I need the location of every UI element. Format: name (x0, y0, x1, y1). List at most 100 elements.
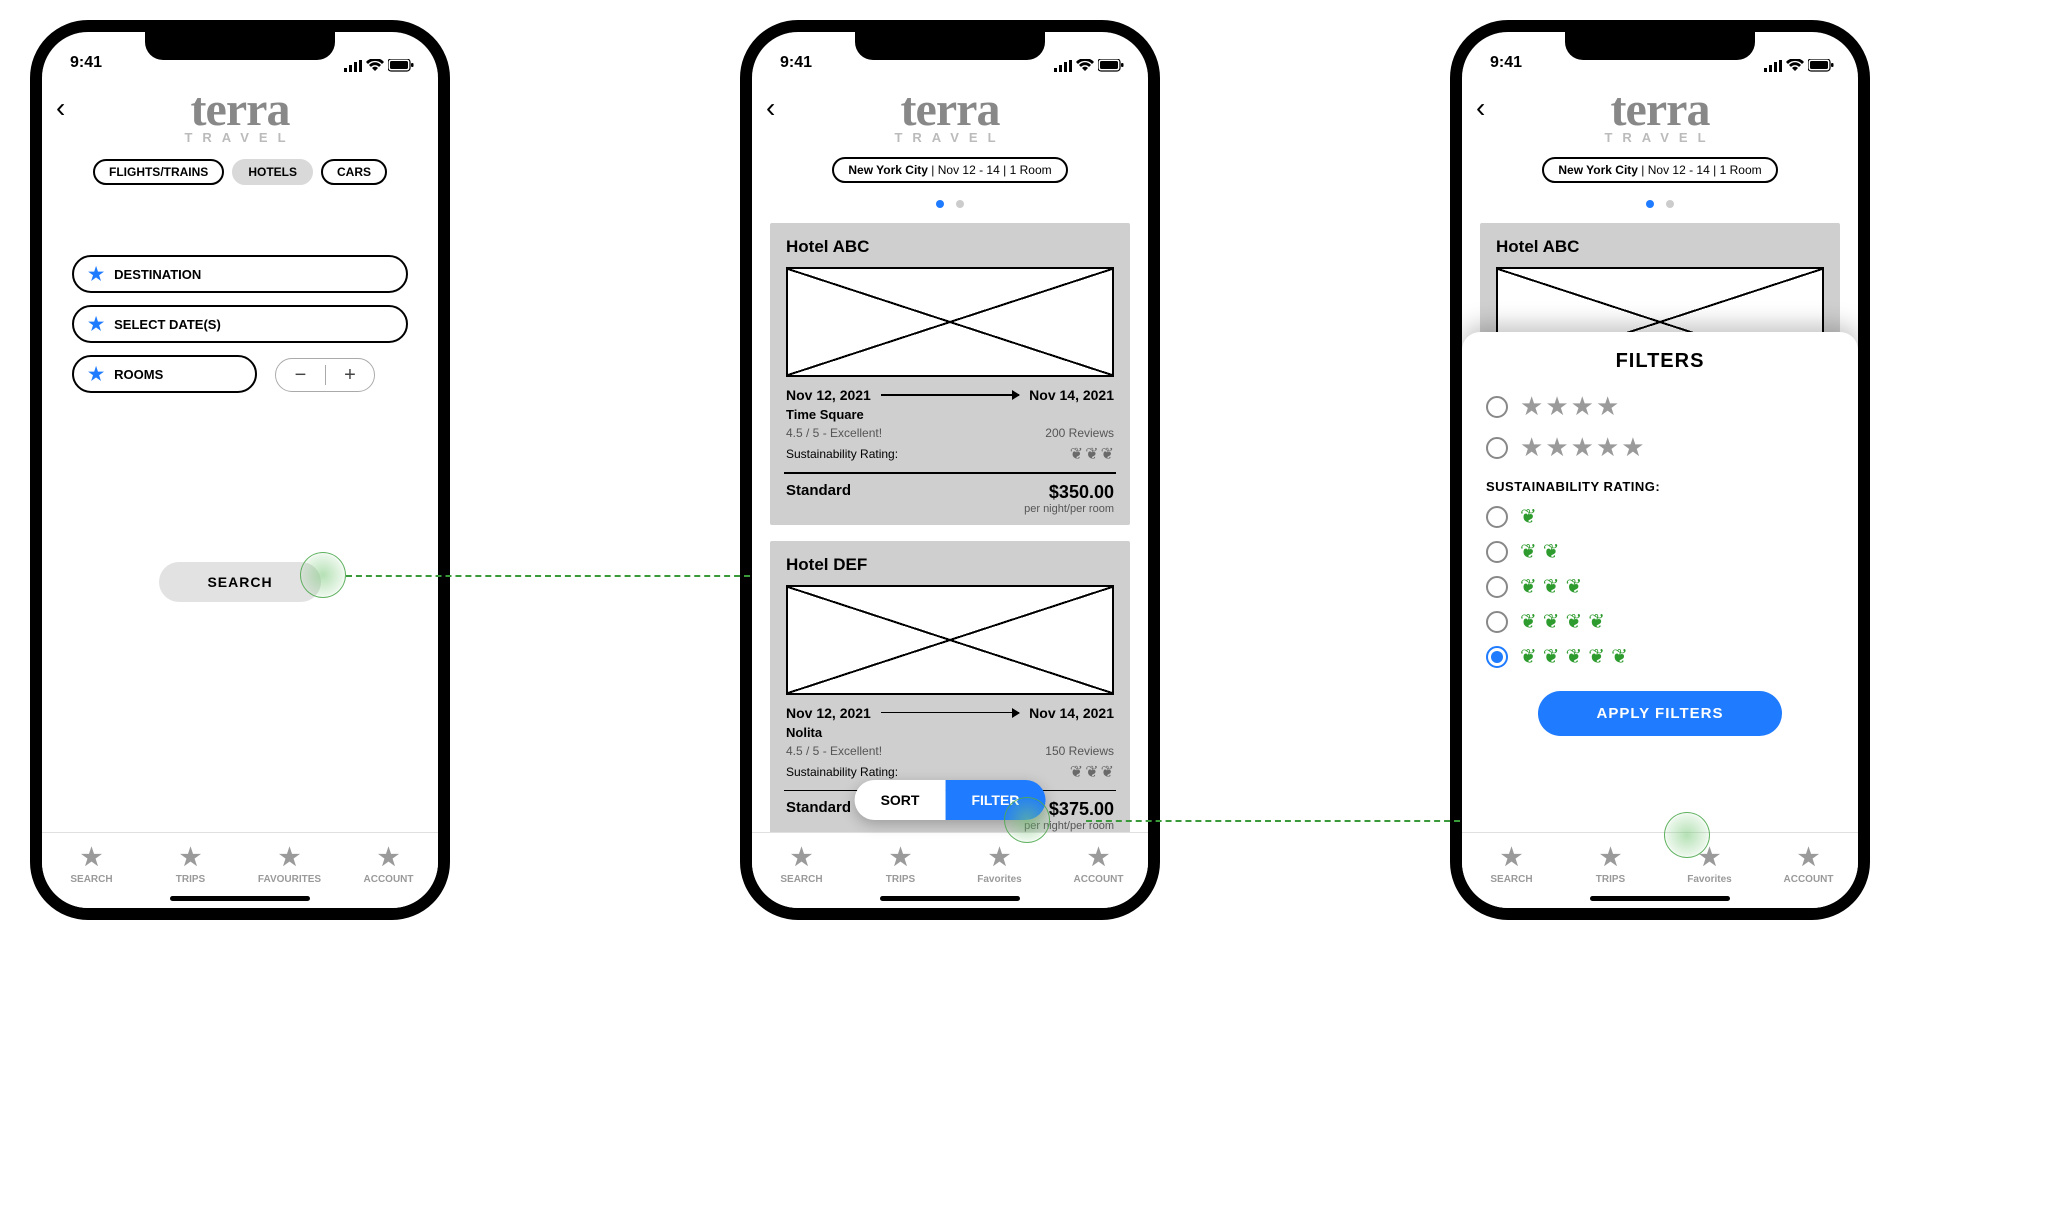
nav-search[interactable]: ★SEARCH (42, 833, 141, 908)
leaf-row: ❦ (1520, 504, 1543, 529)
radio-icon (1486, 437, 1508, 459)
radio-icon (1486, 576, 1508, 598)
leaf-icon: ❦ (1070, 446, 1083, 463)
leaf-icon: ❦ (1588, 611, 1605, 633)
star-icon: ★ (378, 846, 400, 870)
sustainability-filter-5[interactable]: ❦❦❦❦❦ (1486, 644, 1834, 669)
star-icon: ★ (88, 314, 104, 335)
tab-hotels[interactable]: HOTELS (232, 159, 313, 185)
star-icon: ★ (88, 264, 104, 285)
star-icon: ★ (791, 846, 813, 870)
leaf-icon: ❦ (1588, 646, 1605, 668)
result-name: Hotel ABC (786, 237, 1114, 257)
radio-icon (1486, 646, 1508, 668)
sustainability-filter-4[interactable]: ❦❦❦❦ (1486, 609, 1834, 634)
radio-icon (1486, 396, 1508, 418)
star-icon: ★ (81, 846, 103, 870)
date-range: Nov 12, 2021Nov 14, 2021 (786, 387, 1114, 403)
nav-account-label: ACCOUNT (1784, 874, 1834, 885)
tab-cars[interactable]: CARS (321, 159, 387, 185)
nav-account[interactable]: ★ACCOUNT (1759, 833, 1858, 908)
dates-input[interactable]: ★ SELECT DATE(S) (72, 305, 408, 343)
apply-filters-button[interactable]: APPLY FILTERS (1538, 691, 1782, 736)
filter-button[interactable]: FILTER (945, 780, 1045, 820)
nav-account[interactable]: ★ACCOUNT (339, 833, 438, 908)
leaf-row: ❦❦❦ (1520, 574, 1588, 599)
leaf-row: ❦❦❦❦ (1520, 609, 1611, 634)
leaf-icon: ❦ (1566, 611, 1583, 633)
leaf-row: ❦❦❦❦❦ (1520, 644, 1634, 669)
star-icon: ★ (1600, 846, 1622, 870)
filters-title: FILTERS (1486, 350, 1834, 373)
leaf-row: ❦❦❦ (1068, 762, 1114, 782)
leaf-row: ❦❦❦ (1068, 444, 1114, 464)
phone-results: 9:41 ‹ terra TRAVEL New York City | Nov … (740, 20, 1160, 920)
result-area: Time Square (786, 407, 1114, 422)
radio-icon (1486, 541, 1508, 563)
wifi-icon (1076, 59, 1094, 72)
rooms-stepper[interactable]: − + (275, 358, 375, 392)
sustainability-label: Sustainability Rating: (786, 447, 898, 461)
leaf-icon: ❦ (1520, 576, 1537, 598)
leaf-icon: ❦ (1520, 541, 1537, 563)
back-button[interactable]: ‹ (766, 92, 775, 124)
rooms-input[interactable]: ★ ROOMS (72, 355, 257, 393)
flow-line-1 (346, 575, 750, 577)
sustainability-filter-2[interactable]: ❦❦ (1486, 539, 1834, 564)
arrow-icon (881, 394, 1019, 396)
phone-filters: 9:41 ‹ terra TRAVEL New York City | Nov … (1450, 20, 1870, 920)
nav-search-label: SEARCH (1490, 874, 1532, 885)
date-to: Nov 14, 2021 (1029, 387, 1114, 403)
star-icon: ★ (1571, 391, 1594, 421)
leaf-icon: ❦ (1611, 646, 1628, 668)
category-tabs: FLIGHTS/TRAINS HOTELS CARS (42, 159, 438, 185)
leaf-icon: ❦ (1085, 446, 1098, 463)
result-card[interactable]: Hotel ABC Nov 12, 2021Nov 14, 2021 Time Sq… (770, 223, 1130, 525)
leaf-icon: ❦ (1520, 506, 1537, 528)
star-icon: ★ (1596, 432, 1619, 462)
nav-favourites-label: Favorites (1687, 874, 1731, 885)
nav-account[interactable]: ★ACCOUNT (1049, 833, 1148, 908)
star-row: ★★★★★ (1520, 432, 1647, 463)
nav-search[interactable]: ★SEARCH (1462, 833, 1561, 908)
sustainability-label: SUSTAINABILITY RATING: (1486, 479, 1834, 494)
star-filter-4[interactable]: ★★★★ (1486, 391, 1834, 422)
context-rooms: 1 Room (1010, 163, 1052, 177)
brand-logo: terra TRAVEL (752, 86, 1148, 145)
date-to: Nov 14, 2021 (1029, 705, 1114, 721)
reviews-count: 150 Reviews (1045, 744, 1114, 758)
sort-button[interactable]: SORT (855, 780, 946, 820)
reviews-count: 200 Reviews (1045, 426, 1114, 440)
search-context-chip[interactable]: New York City | Nov 12 - 14 | 1 Room (832, 157, 1067, 183)
star-icon: ★ (180, 846, 202, 870)
price-row: Standard$350.00per night/per room (786, 482, 1114, 515)
context-dates: Nov 12 - 14 (938, 163, 1000, 177)
brand-tagline: TRAVEL (752, 130, 1148, 145)
star-icon: ★ (1520, 391, 1543, 421)
divider (784, 472, 1116, 474)
home-indicator (170, 896, 310, 901)
nav-trips-label: TRIPS (1596, 874, 1625, 885)
nav-search[interactable]: ★SEARCH (752, 833, 851, 908)
home-indicator (880, 896, 1020, 901)
battery-icon (388, 59, 414, 72)
tab-flights-trains[interactable]: FLIGHTS/TRAINS (93, 159, 224, 185)
back-button[interactable]: ‹ (56, 92, 65, 124)
star-icon: ★ (1699, 846, 1721, 870)
destination-input[interactable]: ★ DESTINATION (72, 255, 408, 293)
result-area: Nolita (786, 725, 1114, 740)
stepper-plus[interactable]: + (326, 364, 375, 387)
nav-trips-label: TRIPS (886, 874, 915, 885)
sustainability-filter-1[interactable]: ❦ (1486, 504, 1834, 529)
pager-dots (752, 195, 1148, 213)
battery-icon (1098, 59, 1124, 72)
sustainability-filter-3[interactable]: ❦❦❦ (1486, 574, 1834, 599)
search-button[interactable]: SEARCH (159, 562, 320, 602)
star-icon: ★ (1621, 432, 1644, 462)
stepper-minus[interactable]: − (276, 364, 325, 387)
star-filter-5[interactable]: ★★★★★ (1486, 432, 1834, 463)
date-range: Nov 12, 2021Nov 14, 2021 (786, 705, 1114, 721)
star-icon: ★ (1545, 432, 1568, 462)
leaf-icon: ❦ (1566, 646, 1583, 668)
rating-text: 4.5 / 5 - Excellent! (786, 426, 882, 440)
